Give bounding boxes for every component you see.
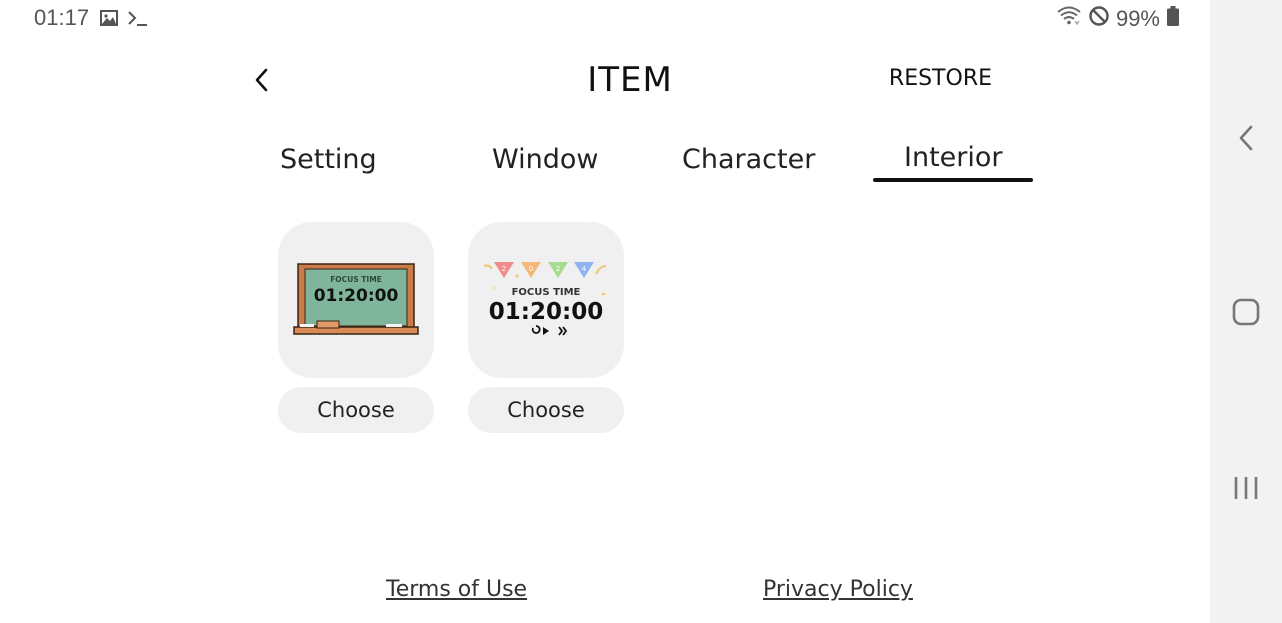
battery-icon <box>1166 5 1180 33</box>
privacy-policy-link[interactable]: Privacy Policy <box>763 577 913 602</box>
item-card-bunting[interactable]: 2 0 2 4 FOCUS TIME 01:20:00 <box>468 222 624 378</box>
status-bar: 01:17 99% <box>0 0 1210 38</box>
header: ITEM RESTORE <box>230 52 1030 108</box>
svg-text:0: 0 <box>529 265 533 273</box>
svg-text:4: 4 <box>582 265 587 273</box>
confetti <box>492 286 496 290</box>
choose-bunting-button[interactable]: Choose <box>468 387 624 433</box>
restore-button[interactable]: RESTORE <box>889 66 992 91</box>
tab-window[interactable]: Window <box>492 144 598 175</box>
image-icon <box>99 8 119 32</box>
system-back-button[interactable] <box>1210 118 1282 158</box>
tab-bar: Setting Window Character Interior <box>230 138 1040 188</box>
confetti <box>515 274 519 278</box>
status-right-group: 99% <box>1056 5 1180 33</box>
chalkboard-time-text: 01:20:00 <box>314 286 399 306</box>
wifi-icon <box>1056 5 1082 33</box>
bunting-time-text: 01:20:00 <box>489 299 603 325</box>
confetti <box>483 264 493 270</box>
confetti <box>595 265 607 275</box>
svg-text:2: 2 <box>556 265 560 273</box>
reset-icon <box>531 325 541 334</box>
status-time: 01:17 <box>34 5 90 30</box>
bunting-preview-image: 2 0 2 4 FOCUS TIME 01:20:00 <box>483 262 607 336</box>
fast-forward-icon <box>558 326 568 336</box>
terms-of-use-link[interactable]: Terms of Use <box>386 577 527 602</box>
item-card-chalkboard[interactable]: FOCUS TIME 01:20:00 <box>278 222 434 378</box>
home-square-icon <box>1232 298 1260 326</box>
active-tab-indicator <box>873 178 1033 182</box>
choose-chalkboard-button[interactable]: Choose <box>278 387 434 433</box>
recents-icon <box>1234 477 1258 499</box>
system-recents-button[interactable] <box>1210 468 1282 508</box>
tab-interior[interactable]: Interior <box>904 142 1003 173</box>
back-arrow-icon <box>1239 125 1253 151</box>
svg-text:2: 2 <box>502 265 506 273</box>
battery-percent: 99% <box>1115 6 1160 31</box>
chalkboard-title-text: FOCUS TIME <box>330 275 382 284</box>
system-home-button[interactable] <box>1210 292 1282 332</box>
do-not-disturb-icon <box>1088 5 1110 33</box>
terminal-icon <box>127 8 149 32</box>
confetti <box>602 293 605 295</box>
tab-character[interactable]: Character <box>682 144 815 175</box>
bunting-title-text: FOCUS TIME <box>512 287 581 298</box>
system-nav-bar <box>1210 0 1282 623</box>
tab-setting[interactable]: Setting <box>280 144 377 175</box>
chalkboard-preview-image: FOCUS TIME 01:20:00 <box>293 263 419 335</box>
play-icon <box>543 327 549 335</box>
